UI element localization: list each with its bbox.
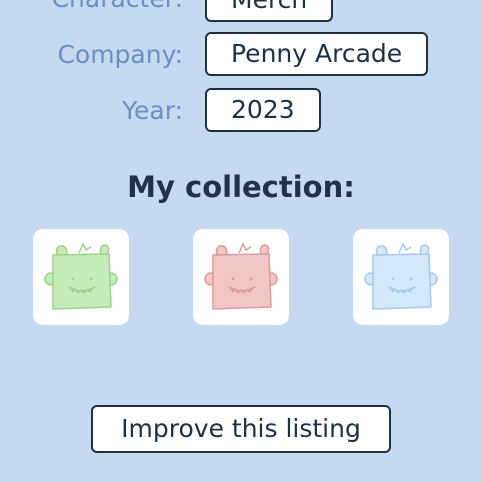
character-label: Character:: [52, 0, 183, 11]
character-value[interactable]: Merch: [205, 0, 334, 22]
collection-item-red[interactable]: [193, 229, 289, 325]
year-value[interactable]: 2023: [205, 88, 321, 132]
green-monster-icon: [44, 242, 118, 310]
collection-item-green[interactable]: [33, 229, 129, 325]
company-label: Company:: [57, 40, 183, 69]
red-monster-icon: [204, 242, 278, 310]
company-value[interactable]: Penny Arcade: [205, 32, 429, 76]
improve-listing-button[interactable]: Improve this listing: [91, 405, 391, 453]
collection-item-blue[interactable]: [353, 229, 449, 325]
blue-monster-icon: [364, 242, 438, 310]
year-label: Year:: [122, 96, 183, 125]
collection-title: My collection:: [127, 170, 355, 204]
